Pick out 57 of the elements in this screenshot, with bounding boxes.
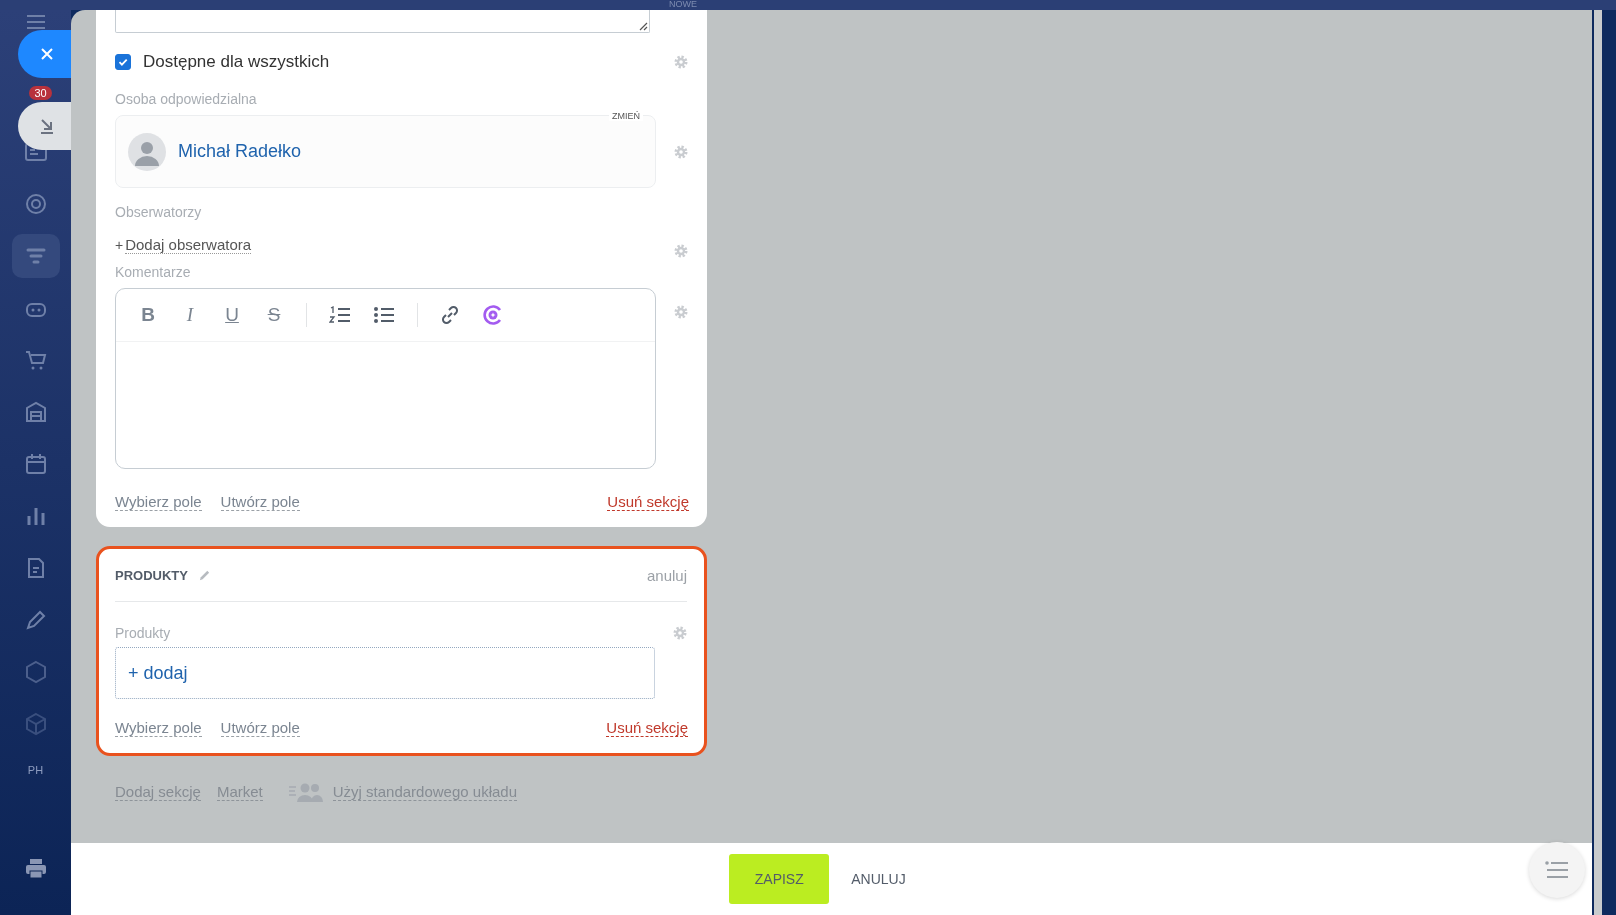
tab-label[interactable]: NOWE bbox=[669, 0, 697, 9]
checkbox-label: Dostępne dla wszystkich bbox=[143, 52, 330, 72]
link-icon[interactable] bbox=[440, 305, 460, 325]
minimize-button[interactable] bbox=[18, 102, 71, 150]
numbered-list-icon[interactable] bbox=[329, 306, 351, 324]
gear-icon[interactable] bbox=[673, 243, 689, 259]
warehouse-icon[interactable] bbox=[23, 400, 48, 424]
checkbox[interactable] bbox=[115, 54, 131, 70]
avatar-icon bbox=[128, 132, 166, 171]
create-field-link[interactable]: Utwórz pole bbox=[220, 493, 300, 511]
calendar-icon[interactable] bbox=[23, 452, 48, 476]
pencil-icon[interactable] bbox=[23, 608, 48, 632]
field-label: Komentarze bbox=[115, 264, 192, 280]
remove-section-link[interactable]: Usuń sekcję bbox=[606, 719, 688, 737]
field-label: Produkty bbox=[115, 625, 171, 641]
target-icon[interactable] bbox=[23, 192, 48, 216]
list-icon bbox=[1545, 861, 1569, 879]
copilot-icon[interactable] bbox=[482, 304, 504, 326]
format-button[interactable]: U bbox=[222, 304, 242, 326]
choose-field-link[interactable]: Wybierz pole bbox=[115, 493, 202, 511]
cancel-button[interactable]: ANULUJ bbox=[845, 870, 912, 888]
add-product-link[interactable]: + dodaj bbox=[128, 662, 188, 684]
field-label: Osoba odpowiedzialna bbox=[115, 91, 258, 107]
pencil-icon[interactable] bbox=[197, 568, 211, 582]
people-icon bbox=[288, 782, 323, 802]
format-button[interactable]: S bbox=[264, 304, 284, 326]
remove-section-link[interactable]: Usuń sekcję bbox=[607, 493, 689, 511]
gear-icon[interactable] bbox=[673, 304, 689, 320]
gear-icon[interactable] bbox=[673, 54, 689, 70]
funnel-menu-item[interactable] bbox=[11, 234, 60, 278]
close-button[interactable] bbox=[18, 30, 71, 78]
hexagon-icon[interactable] bbox=[23, 660, 48, 684]
format-button[interactable]: B bbox=[138, 304, 158, 326]
choose-field-link[interactable]: Wybierz pole bbox=[115, 719, 202, 737]
field-label: Obserwatorzy bbox=[115, 204, 203, 220]
create-field-link[interactable]: Utwórz pole bbox=[220, 719, 300, 737]
person-name-link[interactable]: Michał Radełko bbox=[178, 141, 302, 162]
checkmark-icon bbox=[117, 56, 129, 68]
printer-icon[interactable] bbox=[23, 857, 48, 881]
scrollbar[interactable] bbox=[1594, 10, 1602, 915]
avatar-initials[interactable]: PH bbox=[27, 764, 44, 776]
close-icon bbox=[38, 46, 55, 62]
comment-editor[interactable]: B I U S bbox=[115, 288, 656, 469]
format-button[interactable]: I bbox=[180, 304, 200, 326]
box-icon[interactable] bbox=[23, 712, 48, 736]
gear-icon[interactable] bbox=[672, 625, 688, 641]
bullet-list-icon[interactable] bbox=[373, 306, 395, 324]
gear-icon[interactable] bbox=[673, 143, 689, 160]
resize-handle-icon[interactable] bbox=[638, 21, 648, 31]
change-link[interactable]: ZMIEŃ bbox=[609, 111, 643, 121]
save-button[interactable]: ZAPISZ bbox=[729, 854, 830, 904]
section-title: PRODUKTY bbox=[115, 567, 188, 583]
add-observer-link[interactable]: Dodaj obserwatora bbox=[125, 236, 252, 254]
notification-badge: 30 bbox=[29, 86, 52, 100]
plus-sign: + bbox=[115, 237, 124, 253]
cart-icon[interactable] bbox=[23, 348, 48, 372]
cancel-link[interactable]: anuluj bbox=[646, 566, 687, 584]
